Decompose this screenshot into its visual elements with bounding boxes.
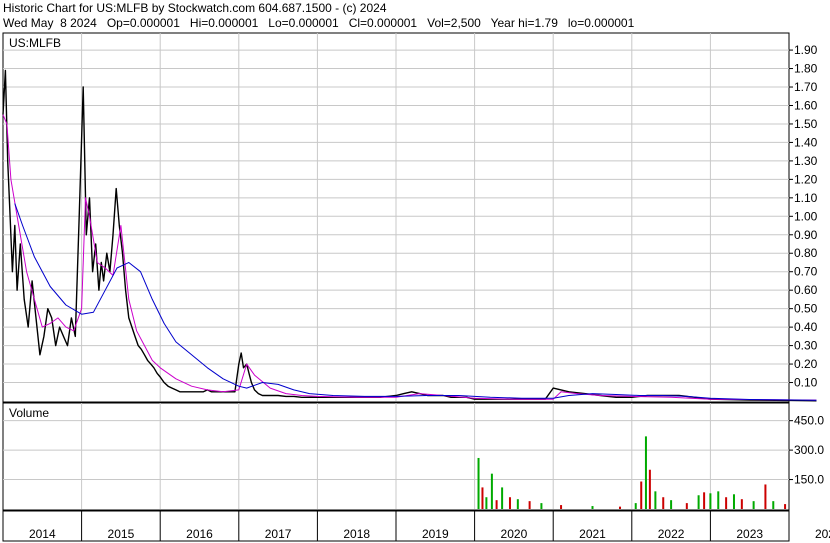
x-tick-label: 2019	[422, 527, 449, 541]
price-tick-label: 1.10	[794, 191, 818, 205]
price-tick-label: 0.50	[794, 302, 818, 316]
price-tick-label: 1.20	[794, 172, 818, 186]
volume-bar	[591, 506, 594, 509]
volume-bar	[697, 495, 700, 509]
volume-bar	[516, 499, 519, 509]
x-tick-label: 2014	[29, 527, 56, 541]
volume-bar	[495, 500, 498, 509]
price-tick-label: 0.60	[794, 283, 818, 297]
x-tick-label: 2018	[343, 527, 370, 541]
price-tick-label: 1.90	[794, 43, 818, 57]
volume-bar	[648, 469, 651, 509]
x-tick-label: 2021	[579, 527, 606, 541]
x-tick-label: 2023	[736, 527, 763, 541]
price-tick-label: 1.40	[794, 135, 818, 149]
volume-bar	[485, 497, 488, 509]
price-tick-label: 1.60	[794, 98, 818, 112]
volume-bar	[619, 506, 622, 509]
volume-bar	[644, 436, 647, 509]
price-tick-label: 1.00	[794, 209, 818, 223]
price-tick-label: 1.70	[794, 80, 818, 94]
volume-bar	[725, 497, 728, 509]
price-panel: US:MLFB 0.10 0.20 0.30 0.40 0.50 0.60 0.70 0.80…	[2, 32, 818, 403]
volume-bar	[740, 499, 743, 509]
volume-bar	[540, 503, 543, 509]
volume-bar	[640, 481, 643, 509]
stock-chart: US:MLFB 0.10 0.20 0.30 0.40 0.50 0.60 0.70 0.80…	[2, 32, 830, 542]
volume-bar	[654, 491, 657, 509]
price-tick-label: 0.10	[794, 376, 818, 390]
price-panel-title: US:MLFB	[9, 36, 61, 50]
volume-bar	[481, 487, 484, 509]
price-tick-label: 1.30	[794, 154, 818, 168]
price-tick-label: 0.30	[794, 339, 818, 353]
volume-tick-label: 150.0	[794, 473, 824, 487]
volume-bar	[670, 500, 673, 509]
x-tick-label: 2022	[658, 527, 685, 541]
x-tick-label: 2020	[501, 527, 528, 541]
volume-tick-label: 300.0	[794, 443, 824, 457]
x-tick-label: 2016	[186, 527, 213, 541]
volume-bar	[764, 484, 767, 509]
volume-bar	[784, 504, 787, 509]
volume-bar	[772, 501, 775, 509]
price-tick-label: 0.40	[794, 320, 818, 334]
volume-bar	[732, 494, 735, 509]
volume-bar	[634, 503, 637, 509]
x-tick-label: 2024	[815, 527, 830, 541]
volume-bar	[528, 501, 531, 509]
price-tick-label: 0.70	[794, 265, 818, 279]
x-axis: 2014 2015 2016 2017 2018 2019 2020 2021 2022 2023…	[2, 510, 830, 542]
x-tick-label: 2015	[108, 527, 135, 541]
volume-bar	[477, 457, 480, 509]
volume-panel-title: Volume	[9, 406, 49, 420]
volume-bar	[508, 497, 511, 509]
volume-bar	[662, 497, 665, 509]
volume-bar	[501, 487, 504, 509]
volume-panel: Volume 150.0 300.0 450.0	[2, 402, 824, 511]
x-tick-label: 2017	[265, 527, 292, 541]
price-tick-label: 1.50	[794, 117, 818, 131]
volume-tick-label: 450.0	[794, 414, 824, 428]
price-tick-label: 0.90	[794, 228, 818, 242]
volume-bar	[703, 492, 706, 509]
price-tick-label: 0.80	[794, 246, 818, 260]
volume-bar	[752, 501, 755, 509]
volume-bar	[490, 473, 493, 509]
price-tick-label: 1.80	[794, 62, 818, 76]
price-tick-label: 0.20	[794, 357, 818, 371]
volume-bar	[560, 505, 563, 509]
volume-bar	[709, 493, 712, 509]
volume-bar	[685, 503, 688, 509]
volume-bar	[717, 491, 720, 509]
